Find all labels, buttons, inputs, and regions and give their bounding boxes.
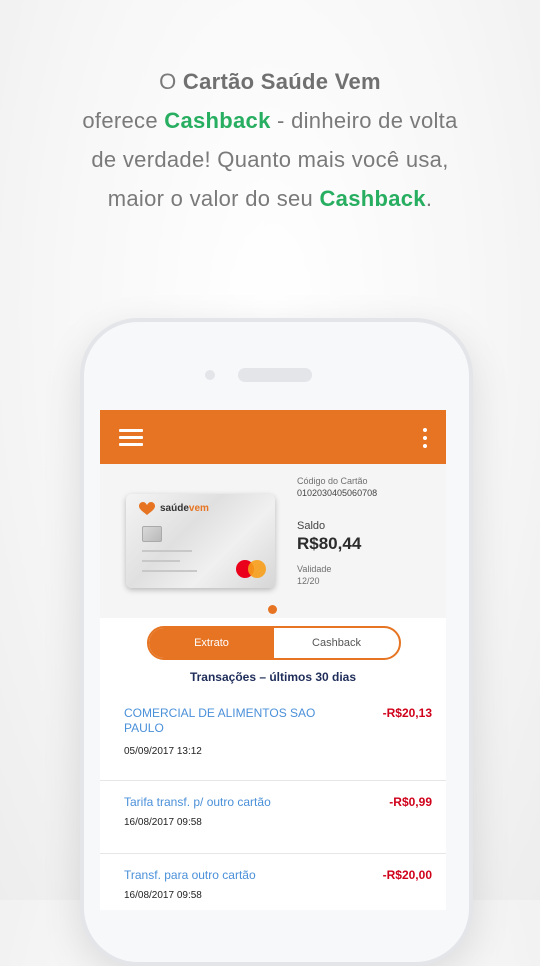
card-section: saúdevem Código do Cartão 01020304050607… — [100, 464, 446, 618]
transaction-name: COMERCIAL DE ALIMENTOS SAO PAULO — [124, 706, 316, 735]
app-top-bar — [100, 410, 446, 464]
transaction-date: 16/08/2017 09:58 — [124, 817, 202, 828]
heart-logo-icon — [139, 502, 155, 515]
headline-line-4: maior o valor do seu Cashback. — [107, 186, 433, 211]
card-code-label: Código do Cartão — [297, 476, 368, 486]
transactions-panel: Extrato Cashback Transações – últimos 30… — [100, 618, 446, 910]
brand-name: Cartão Saúde Vem — [182, 69, 381, 94]
card-number-line — [142, 550, 192, 552]
transaction-amount: -R$20,13 — [382, 706, 432, 720]
validity-label: Validade — [297, 564, 332, 574]
transaction-row[interactable]: COMERCIAL DE ALIMENTOS SAO PAULO -R$20,1… — [100, 706, 446, 781]
cashback-highlight: Cashback — [319, 186, 426, 211]
card-image[interactable]: saúdevem — [126, 494, 275, 588]
transaction-amount: -R$0,99 — [389, 795, 432, 809]
card-chip — [142, 526, 162, 542]
balance-value: R$80,44 — [297, 534, 362, 553]
headline-line-2: oferece Cashback - dinheiro de volta — [82, 108, 458, 133]
transaction-date: 05/09/2017 13:12 — [124, 746, 202, 757]
cashback-highlight: Cashback — [164, 108, 271, 133]
more-vertical-icon[interactable] — [423, 428, 427, 448]
tab-extrato[interactable]: Extrato — [149, 628, 274, 658]
phone-camera — [205, 370, 215, 380]
transaction-amount: -R$20,00 — [382, 868, 432, 882]
app-screen: saúdevem Código do Cartão 01020304050607… — [100, 410, 446, 910]
mastercard-logo-icon — [234, 560, 270, 582]
balance-label: Saldo — [297, 520, 326, 532]
phone-speaker — [238, 368, 312, 382]
card-info: Código do Cartão 0102030405060708 Saldo … — [297, 476, 437, 586]
transaction-date: 16/08/2017 09:58 — [124, 890, 202, 901]
headline-line-1: O Cartão Saúde Vem — [159, 69, 381, 94]
card-number-line — [142, 560, 180, 562]
transaction-name: Tarifa transf. p/ outro cartão — [124, 795, 271, 809]
validity-value: 12/20 — [297, 576, 320, 586]
transaction-row[interactable]: Tarifa transf. p/ outro cartão -R$0,99 1… — [100, 795, 446, 854]
card-holder-line — [142, 570, 197, 572]
transactions-title: Transações – últimos 30 dias — [189, 670, 357, 684]
headline-line-3: de verdade! Quanto mais você usa, — [91, 147, 449, 172]
carousel-page-indicator[interactable] — [268, 605, 277, 614]
card-logo-text: saúdevem — [160, 503, 209, 514]
promo-headline: O Cartão Saúde Vem oferece Cashback - di… — [40, 62, 500, 218]
transaction-row[interactable]: Transf. para outro cartão -R$20,00 16/08… — [100, 868, 446, 910]
hamburger-menu-icon[interactable] — [119, 429, 143, 447]
tab-cashback[interactable]: Cashback — [274, 628, 399, 658]
card-code-value: 0102030405060708 — [297, 488, 378, 498]
tab-switch: Extrato Cashback — [147, 626, 401, 660]
transaction-name: Transf. para outro cartão — [124, 868, 256, 882]
